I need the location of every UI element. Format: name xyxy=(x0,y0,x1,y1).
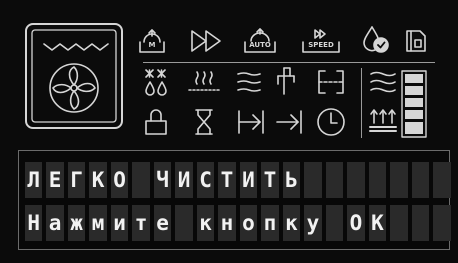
speed-mode-label: SPEED xyxy=(308,41,334,49)
icon-divider-horizontal xyxy=(143,62,435,63)
display-char-cell xyxy=(325,162,344,198)
display-char-cell: н xyxy=(218,205,236,241)
display-char-cell: Т xyxy=(218,162,236,198)
display-char-cell: п xyxy=(261,205,279,241)
fast-forward-icon xyxy=(190,29,222,53)
display-char-cell: С xyxy=(196,162,215,198)
convection-waves-icon xyxy=(369,70,397,98)
rising-heat-icon xyxy=(369,105,397,135)
display-char-cell xyxy=(433,205,451,241)
manual-mode-label: M xyxy=(148,41,156,49)
grill-heat-icon xyxy=(187,68,223,96)
oven-fan-icon xyxy=(24,22,124,130)
display-char-cell xyxy=(433,162,451,198)
clock-icon xyxy=(315,106,347,138)
display-char-cell xyxy=(411,205,430,241)
display-char-cell: О xyxy=(347,205,365,241)
child-lock-icon xyxy=(274,66,300,96)
display-char-cell: Г xyxy=(67,162,86,198)
display-char-cell: О xyxy=(110,162,129,198)
display-char-cell: Е xyxy=(46,162,64,198)
auto-mode-label: AUTO xyxy=(249,41,271,49)
display-char-cell: к xyxy=(282,205,301,241)
oven-display-panel: M AUTO SPEED Л Е Г К О Ч И С Т И Т Ь Н а… xyxy=(0,0,458,263)
icon-divider-vertical xyxy=(361,68,362,138)
display-char-cell: к xyxy=(196,205,215,241)
recipe-book-icon xyxy=(404,28,428,54)
display-char-cell: Л xyxy=(25,162,43,198)
display-char-cell: а xyxy=(46,205,64,241)
display-char-cell: у xyxy=(304,205,322,241)
display-line-2: НажмитекнопкуОК xyxy=(25,205,455,241)
display-char-cell xyxy=(325,205,344,241)
hourglass-icon xyxy=(192,107,216,137)
display-char-cell xyxy=(175,205,193,241)
display-char-cell xyxy=(390,205,408,241)
display-char-cell: Ч xyxy=(153,162,172,198)
display-char-cell: Ь xyxy=(282,162,301,198)
display-char-cell xyxy=(390,162,408,198)
oven-frame-icon xyxy=(316,68,346,96)
display-char-cell xyxy=(411,162,430,198)
display-char-cell: Т xyxy=(261,162,279,198)
display-char-cell: е xyxy=(153,205,172,241)
heating-lines-icon xyxy=(236,70,262,94)
display-char-cell: И xyxy=(239,162,258,198)
text-display: ЛЕГКОЧИСТИТЬ НажмитекнопкуОК xyxy=(18,150,451,250)
display-char-cell xyxy=(347,162,365,198)
display-char-cell: и xyxy=(110,205,129,241)
display-char-cell: о xyxy=(239,205,258,241)
steam-drops-icon xyxy=(143,68,169,96)
start-time-icon xyxy=(236,108,266,136)
display-char-cell: Н xyxy=(25,205,43,241)
display-char-cell: К xyxy=(89,162,107,198)
level-bar-indicator xyxy=(401,70,427,138)
display-char-cell: м xyxy=(89,205,107,241)
display-line-1: ЛЕГКОЧИСТИТЬ xyxy=(25,162,455,198)
display-char-cell: ж xyxy=(67,205,86,241)
display-char-cell: К xyxy=(368,205,387,241)
end-time-icon xyxy=(274,108,304,136)
display-char-cell: т xyxy=(132,205,150,241)
oven-lock-icon xyxy=(143,107,169,137)
display-char-cell xyxy=(304,162,322,198)
display-char-cell xyxy=(132,162,150,198)
display-char-cell: И xyxy=(175,162,193,198)
display-char-cell xyxy=(368,162,387,198)
water-check-icon xyxy=(361,25,391,55)
